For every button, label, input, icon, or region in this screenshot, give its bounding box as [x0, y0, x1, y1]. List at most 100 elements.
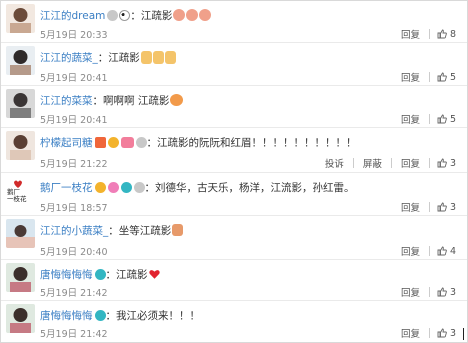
bow-emoji-icon	[172, 224, 184, 236]
avatar-logo-text: 鹅厂 一枝花	[7, 188, 27, 203]
like-count: 3	[449, 286, 456, 298]
comment-timestamp: 5月19日 21:22	[40, 159, 108, 170]
thumbs-up-icon	[437, 328, 447, 338]
divider	[428, 287, 430, 297]
divider	[428, 328, 430, 338]
block-button[interactable]: 屏蔽	[361, 156, 384, 170]
pig-emoji-icon	[199, 9, 212, 21]
reply-button[interactable]: 回复	[399, 285, 422, 299]
divider	[352, 158, 354, 168]
member-badge-icon	[94, 309, 106, 321]
like-count: 8	[449, 28, 456, 40]
silver-badge-icon	[135, 136, 147, 148]
like-button[interactable]: 3	[437, 287, 456, 298]
comment-item: 鹅厂 一枝花 鹅厂一枝花 ：刘德华，古天乐，杨洋，江流影，孙红雷。 5月19日 …	[1, 173, 467, 216]
comment-text: ：坐等江疏影	[108, 224, 172, 237]
thumbs-up-icon	[437, 287, 447, 297]
comment-timestamp: 5月19日 20:40	[40, 247, 108, 258]
like-button[interactable]: 3	[437, 158, 456, 169]
comment-item: 唐悔悔悔悔 ：江疏影 5月19日 21:42 回复 3	[1, 260, 467, 301]
victory-hand-emoji-icon	[164, 50, 176, 64]
user-avatar[interactable]	[6, 219, 35, 248]
user-avatar[interactable]: 鹅厂 一枝花	[6, 176, 35, 205]
divider	[428, 72, 430, 82]
user-avatar[interactable]	[6, 263, 35, 292]
thumbs-up-icon	[437, 202, 447, 212]
thumbs-up-icon	[437, 29, 447, 39]
reply-button[interactable]: 回复	[399, 27, 422, 41]
like-count: 5	[449, 113, 456, 125]
divider	[428, 158, 430, 168]
comment-list-panel: 江江的dream ：江疏影 5月19日 20:33 回复 8 江江的蔬菜_ ：江…	[0, 0, 468, 343]
username-link[interactable]: 唐悔悔悔悔	[40, 308, 93, 323]
like-count: 3	[449, 157, 456, 169]
user-avatar[interactable]	[6, 304, 35, 333]
v-badge-icon	[94, 181, 106, 193]
username-link[interactable]: 柠檬起司糖	[40, 135, 93, 150]
comment-timestamp: 5月19日 21:42	[40, 288, 108, 299]
victory-hand-emoji-icon	[152, 50, 164, 64]
comment-item: 柠檬起司糖 ：江疏影的阮阮和红眉！！！！！！！！！！ 5月19日 21:22 投…	[1, 128, 467, 173]
divider	[428, 114, 430, 124]
victory-hand-emoji-icon	[140, 50, 152, 64]
like-button[interactable]: 4	[437, 246, 456, 257]
comment-text: ：江疏影	[105, 268, 148, 281]
user-avatar[interactable]	[6, 131, 35, 160]
divider	[428, 202, 430, 212]
comment-text: ：江疏影	[130, 9, 173, 22]
username-link[interactable]: 唐悔悔悔悔	[40, 267, 93, 282]
like-button[interactable]: 8	[437, 29, 456, 40]
star-badge-icon	[94, 136, 106, 148]
thumbs-up-icon	[437, 114, 447, 124]
comment-timestamp: 5月19日 20:41	[40, 115, 108, 126]
comment-text: ：啊啊啊 江疏影	[92, 94, 170, 107]
panda-emoji-icon	[119, 9, 131, 21]
reply-button[interactable]: 回复	[399, 156, 422, 170]
reply-button[interactable]: 回复	[399, 112, 422, 126]
divider	[428, 29, 430, 39]
clap-emoji-icon	[170, 94, 184, 106]
thumbs-up-icon	[437, 246, 447, 256]
comment-text: ：江疏影	[97, 51, 140, 64]
divider	[390, 158, 392, 168]
username-link[interactable]: 江江的dream	[40, 8, 105, 23]
reply-button[interactable]: 回复	[399, 70, 422, 84]
silver-badge-icon	[133, 181, 145, 193]
comment-item: 江江的小蔬菜_ ：坐等江疏影 5月19日 20:40 回复 4	[1, 216, 467, 260]
crown-badge-icon	[107, 136, 119, 148]
reply-button[interactable]: 回复	[399, 200, 422, 214]
comment-text: ：我江必须来！！！	[105, 309, 201, 322]
like-button[interactable]: 3	[437, 202, 456, 213]
like-button[interactable]: 3	[437, 328, 456, 339]
user-avatar[interactable]	[6, 46, 35, 75]
silver-badge-icon	[107, 9, 119, 21]
comment-timestamp: 5月19日 21:42	[40, 329, 108, 340]
username-link[interactable]: 江江的蔬菜_	[40, 50, 98, 65]
like-count: 4	[449, 245, 456, 257]
like-button[interactable]: 5	[437, 114, 456, 125]
user-avatar[interactable]	[6, 89, 35, 118]
like-count: 5	[449, 71, 456, 83]
username-link[interactable]: 鹅厂一枝花	[40, 180, 93, 195]
thumbs-up-icon	[437, 158, 447, 168]
username-link[interactable]: 江江的小蔬菜_	[40, 223, 108, 238]
thumbs-up-icon	[437, 72, 447, 82]
report-button[interactable]: 投诉	[323, 156, 346, 170]
member-badge-icon	[120, 181, 132, 193]
reply-button[interactable]: 回复	[399, 244, 422, 258]
user-avatar[interactable]	[6, 4, 35, 33]
w-badge-icon	[107, 181, 119, 193]
username-link[interactable]: 江江的菜菜	[40, 93, 93, 108]
heart-emoji-icon	[148, 269, 160, 279]
comment-item: 江江的蔬菜_ ：江疏影 5月19日 20:41 回复 5	[1, 43, 467, 86]
like-button[interactable]: 5	[437, 72, 456, 83]
text-cursor	[463, 328, 464, 340]
comment-item: 江江的dream ：江疏影 5月19日 20:33 回复 8	[1, 1, 467, 43]
comment-text: ：江疏影的阮阮和红眉！！！！！！！！！！	[146, 136, 357, 149]
pig-emoji-icon	[186, 9, 199, 21]
reply-button[interactable]: 回复	[399, 326, 422, 340]
comment-timestamp: 5月19日 20:33	[40, 30, 108, 41]
comment-item: 江江的菜菜 ：啊啊啊 江疏影 5月19日 20:41 回复 5	[1, 86, 467, 128]
divider	[428, 246, 430, 256]
like-count: 3	[449, 201, 456, 213]
